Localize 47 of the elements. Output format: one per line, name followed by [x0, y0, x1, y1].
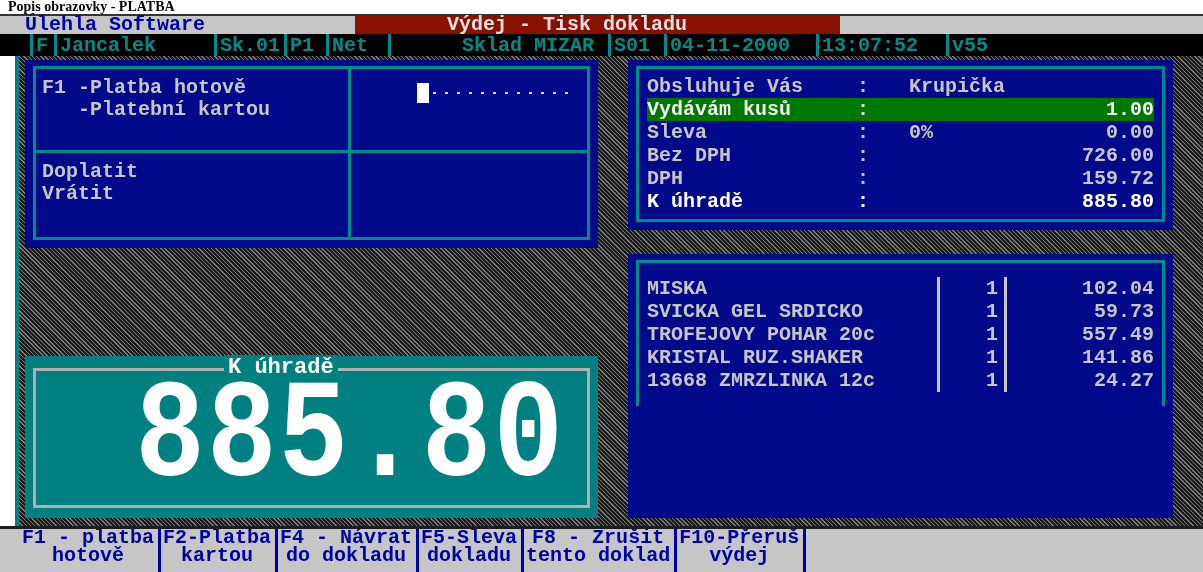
item-quantity: 1 — [937, 277, 1007, 300]
summary-label: K úhradě — [647, 190, 744, 213]
item-price: 24.27 — [1093, 369, 1154, 392]
separator: : — [857, 121, 869, 144]
summary-note: 0% — [909, 121, 934, 144]
separator: : — [857, 167, 869, 190]
item-name: TROFEJOVY POHAR 20c — [647, 323, 877, 346]
item-quantity: 1 — [937, 346, 1007, 369]
function-key[interactable]: F5-Sleva dokladu — [419, 529, 525, 572]
separator: : — [857, 98, 869, 121]
payment-label: Doplatit — [42, 161, 139, 183]
summary-value: 885.80 — [1081, 190, 1154, 213]
function-key[interactable]: F8 - Zrušit tento doklad — [524, 529, 678, 572]
function-key[interactable]: F4 - Návrat do dokladu — [278, 529, 420, 572]
item-price: 59.73 — [1093, 300, 1154, 323]
page-caption: Popis obrazovky - PLATBA — [7, 0, 176, 14]
item-price: 102.04 — [1081, 277, 1154, 300]
summary-value: 726.00 — [1081, 144, 1154, 167]
item-name: KRISTAL RUZ.SHAKER — [647, 346, 865, 369]
summary-value: 159.72 — [1081, 167, 1154, 190]
item-name: 13668 ZMRZLINKA 12c — [647, 369, 877, 392]
summary-value: 1.00 — [1105, 98, 1154, 121]
payment-label: Vrátit — [42, 183, 115, 205]
item-price: 141.86 — [1081, 346, 1154, 369]
summary-label: Vydávám kusů — [647, 98, 793, 121]
total-amount: 885.80 — [135, 378, 565, 498]
item-price: 557.49 — [1081, 323, 1154, 346]
payment-option: -Platební kartou — [42, 99, 342, 121]
window-title: Výdej - Tisk dokladu — [355, 16, 840, 34]
summary-note: Krupička — [909, 75, 1006, 98]
separator: : — [857, 190, 869, 213]
item-quantity: 1 — [937, 300, 1007, 323]
summary-label: Obsluhuje Vás — [647, 75, 805, 98]
summary-label: DPH — [647, 167, 684, 190]
summary-value: 0.00 — [1105, 121, 1154, 144]
separator: : — [857, 75, 869, 98]
item-name: SVICKA GEL SRDICKO — [647, 300, 865, 323]
item-quantity: 1 — [937, 323, 1007, 346]
payment-option: F1 -Platba hotově — [42, 77, 342, 99]
item-quantity: 1 — [937, 369, 1007, 392]
summary-label: Bez DPH — [647, 144, 732, 167]
function-key[interactable]: F2-Platba kartou — [161, 529, 279, 572]
item-name: MISKA — [647, 277, 708, 300]
function-key[interactable]: F10-Přeruš výdej — [677, 529, 807, 572]
separator: : — [857, 144, 869, 167]
summary-label: Sleva — [647, 121, 708, 144]
function-key[interactable]: F1 - platba hotově — [20, 529, 162, 572]
